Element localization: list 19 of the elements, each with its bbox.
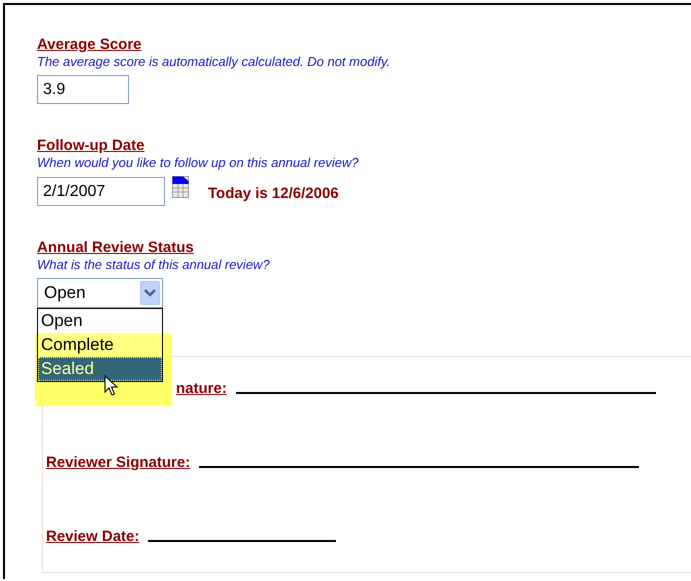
dropdown-option[interactable]: Sealed xyxy=(38,357,162,381)
date-field[interactable]: 2/1/2007 xyxy=(37,177,165,206)
field-label: Follow-up Date xyxy=(37,136,146,155)
signature-label: Review Date: xyxy=(46,528,140,545)
signature-line[interactable] xyxy=(236,391,656,394)
signature-label: nature: xyxy=(176,380,227,397)
signature-line[interactable] xyxy=(199,465,640,468)
field-hint: The average score is automatically calculated. Do not modify. xyxy=(37,54,392,70)
field-hint: When would you like to follow up on this annual review? xyxy=(37,155,360,171)
calendar-icon[interactable] xyxy=(172,176,189,198)
field-label: Annual Review Status xyxy=(37,238,195,257)
today-text: Today is 12/6/2006 xyxy=(208,185,339,202)
signature-label: Reviewer Signature: xyxy=(46,454,190,471)
signature-line[interactable] xyxy=(148,539,336,542)
field-label: Average Score xyxy=(37,35,143,54)
dropdown-option[interactable]: Complete xyxy=(38,333,162,357)
score-field[interactable]: 3.9 xyxy=(37,75,129,104)
field-hint: What is the status of this annual review? xyxy=(37,257,271,273)
status-dropdown[interactable]: Open xyxy=(37,278,163,308)
